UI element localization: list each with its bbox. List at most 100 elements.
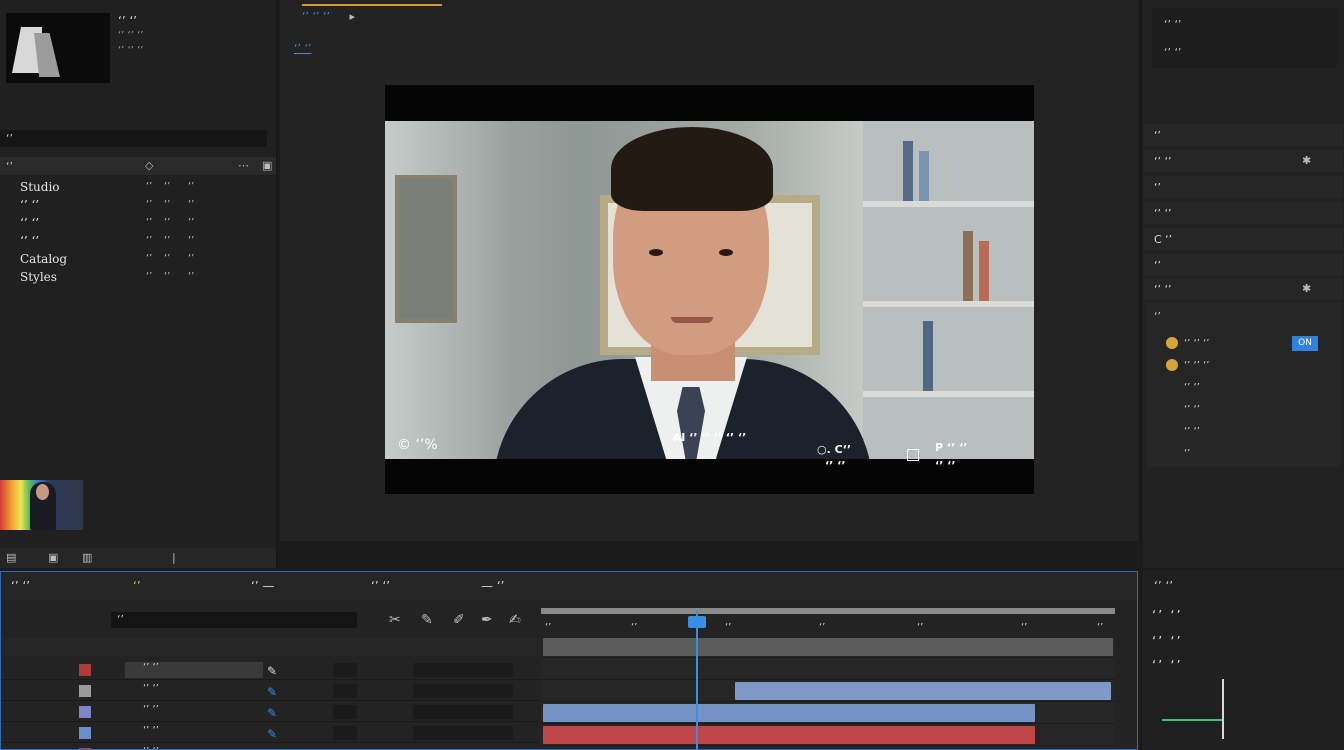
ruler-label: ‘’: [725, 622, 732, 633]
group-row[interactable]: ‘’: [1146, 444, 1341, 464]
gear-icon[interactable]: ✱: [1302, 154, 1311, 167]
checkbox-icon[interactable]: [907, 449, 919, 461]
effects-row[interactable]: ‘’ ‘’: [1144, 150, 1343, 172]
footage-thumbnail[interactable]: [0, 480, 83, 530]
overlay-right-bottom: ‘’ ‘’: [935, 459, 956, 472]
timeline-ruler-bar[interactable]: [541, 608, 1115, 614]
group-row[interactable]: ‘’ ‘’ ‘’: [1146, 356, 1341, 376]
effects-top-2[interactable]: ‘’ ‘’: [1164, 46, 1181, 59]
table-row[interactable]: ‘’ ‘’: [1, 744, 539, 749]
pen-icon[interactable]: ✎: [267, 664, 277, 678]
graph-curve[interactable]: [1162, 719, 1222, 721]
play-icon[interactable]: ▸: [349, 10, 355, 23]
project-item[interactable]: ‘’ ‘’ ‘’ ‘’ ‘’: [0, 232, 252, 250]
pen-icon[interactable]: ✎: [267, 727, 277, 741]
effects-row[interactable]: ‘’ ‘’: [1144, 202, 1343, 224]
project-item[interactable]: Styles ‘’ ‘’ ‘’: [0, 268, 252, 286]
effects-row[interactable]: ‘’: [1144, 176, 1343, 198]
timeline-tab[interactable]: ‘’ —: [251, 579, 274, 593]
search-label: ‘’: [6, 132, 13, 145]
timeline-panel: ‘’ ‘’ ‘’ ‘’ — ‘’ ‘’ — ‘’ ‘’ ✂ ✎ ✐ ✒ ✍ ‘’…: [0, 571, 1138, 750]
effects-row[interactable]: C ‘’: [1144, 228, 1343, 250]
group-row[interactable]: ‘’ ‘’: [1146, 422, 1341, 442]
project-item[interactable]: Studio ‘’ ‘’ ‘’: [0, 178, 252, 196]
clip-bar[interactable]: [543, 704, 1035, 722]
timeline-tab[interactable]: — ‘’: [481, 579, 504, 593]
timeline-tab[interactable]: ‘’ ‘’: [11, 579, 30, 593]
folder-icon[interactable]: ▤: [6, 551, 16, 564]
col-square-icon[interactable]: ▣: [262, 159, 272, 172]
col-name: ‘’: [6, 160, 13, 173]
overlay-right-top: P ‘’ ‘’: [935, 441, 968, 454]
viewer-tabs[interactable]: ‘’ ‘’ ‘’ ▸: [302, 10, 802, 26]
table-row[interactable]: ‘’ ‘’ ✎: [1, 681, 539, 701]
new-item-icon[interactable]: ▣: [48, 551, 58, 564]
project-item[interactable]: Catalog ‘’ ‘’ ‘’: [0, 250, 252, 268]
col-type-icon[interactable]: ◇: [145, 159, 153, 172]
effects-top: ‘’ ‘’ ‘’ ‘’: [1152, 8, 1337, 68]
pen-icon[interactable]: ✎: [267, 706, 277, 720]
clip-bar[interactable]: [735, 682, 1111, 700]
align-row[interactable]: ‘’ ‘’: [1152, 659, 1183, 674]
effects-panel: ‘’ ‘’ ‘’ ‘’ ‘’ ‘’ ‘’ ‘’ ‘’ ‘’ C ‘’ ‘’ ‘’…: [1141, 0, 1344, 568]
effects-top-1[interactable]: ‘’ ‘’: [1164, 18, 1181, 31]
table-row[interactable]: ‘’ ‘’ ✎: [1, 660, 539, 680]
video-scene: AI ‘’ ‘’ ‘’ ‘’ ‘’: [385, 121, 1034, 459]
ruler-label: ‘’: [1097, 622, 1104, 633]
divider-icon: |: [172, 551, 176, 564]
overlay-left-top: ○. C‘’: [817, 443, 852, 456]
align-row[interactable]: ‘’ ‘’: [1152, 635, 1183, 650]
playhead-handle[interactable]: [688, 616, 706, 628]
tool-icon[interactable]: ✎: [421, 612, 433, 628]
pen-icon[interactable]: ✎: [267, 685, 277, 699]
effects-row[interactable]: ‘’: [1144, 254, 1343, 276]
ruler-label: ‘’: [545, 622, 552, 633]
playhead[interactable]: [696, 610, 698, 749]
group-row[interactable]: ‘’ ‘’: [1146, 378, 1341, 398]
tool-icon[interactable]: ✐: [453, 612, 465, 628]
clip-thumbnail[interactable]: [6, 13, 110, 83]
effects-group: ‘’ ‘’ ‘’ ‘’ ‘’ ‘’ ‘’ ‘’ ‘’ ‘’ ‘’ ‘’ ‘’ ‘…: [1146, 302, 1341, 467]
graph-axis: [1222, 679, 1224, 739]
group-title: ‘’: [1154, 310, 1161, 323]
settings-icon[interactable]: ▥: [82, 551, 92, 564]
timeline-tab[interactable]: ‘’ ‘’: [371, 579, 390, 593]
project-panel: ‘’ ‘’ ‘’ ‘’ ‘’ ‘’ ‘’ ‘’ ‘’ ‘’ ◇ ⋯ ▣ Stud…: [0, 0, 277, 568]
timeline-tabs: ‘’ ‘’ ‘’ ‘’ — ‘’ ‘’ — ‘’: [1, 572, 1137, 600]
clip-info: ‘’ ‘’ ‘’: [118, 30, 144, 41]
col-menu-icon[interactable]: ⋯: [238, 159, 249, 172]
timeline-search-input[interactable]: ‘’: [111, 612, 357, 628]
table-row[interactable]: ‘’ ‘’ ✎: [1, 702, 539, 722]
timeline-tab[interactable]: ‘’: [133, 579, 141, 593]
overlay-left-bottom: ‘’ ‘’: [825, 459, 846, 472]
project-item[interactable]: ‘’ ‘’ ‘’ ‘’ ‘’: [0, 214, 252, 232]
tool-icon[interactable]: ✒: [481, 612, 493, 628]
active-tab-indicator: [302, 4, 442, 6]
align-row[interactable]: ‘’ ‘’: [1152, 609, 1183, 624]
tool-icon[interactable]: ✍: [509, 612, 521, 628]
gear-icon[interactable]: ✱: [1302, 282, 1311, 295]
comp-tab[interactable]: ‘’ ‘’: [294, 42, 311, 55]
clip-title: ‘’ ‘’: [118, 14, 138, 28]
effects-row[interactable]: ‘’: [1144, 124, 1343, 146]
ruler-label: ‘’: [917, 622, 924, 633]
align-title: ‘’ ‘’: [1154, 579, 1174, 593]
project-item[interactable]: ‘’ ‘’ ‘’ ‘’ ‘’: [0, 196, 252, 214]
clip-info-2: ‘’ ‘’ ‘’: [118, 45, 144, 56]
group-row[interactable]: ‘’ ‘’: [1146, 400, 1341, 420]
effects-toggle[interactable]: ON: [1292, 336, 1318, 351]
tool-icon[interactable]: ✂: [389, 612, 401, 628]
clip-bar[interactable]: [543, 726, 1035, 744]
project-search-input[interactable]: ‘’: [0, 130, 267, 147]
video-frame[interactable]: AI ‘’ ‘’ ‘’ ‘’ ‘’ © ‘’% ○. C‘’ ‘’ ‘’ P ‘…: [385, 85, 1034, 494]
project-column-header: ‘’ ◇ ⋯ ▣: [0, 157, 276, 175]
timecode-overlay: © ‘’%: [397, 437, 438, 453]
timeline-column-header: [1, 638, 539, 656]
ruler-label: ‘’: [819, 622, 826, 633]
timeline-tracks[interactable]: [541, 638, 1115, 749]
ruler-label: ‘’: [1021, 622, 1028, 633]
effects-row[interactable]: ‘’ ‘’: [1144, 278, 1343, 300]
table-row[interactable]: ‘’ ‘’ ✎: [1, 723, 539, 743]
viewer-tab-label[interactable]: ‘’ ‘’ ‘’: [302, 10, 330, 23]
align-panel: ‘’ ‘’ ‘’ ‘’ ‘’ ‘’ ‘’ ‘’: [1141, 571, 1344, 750]
